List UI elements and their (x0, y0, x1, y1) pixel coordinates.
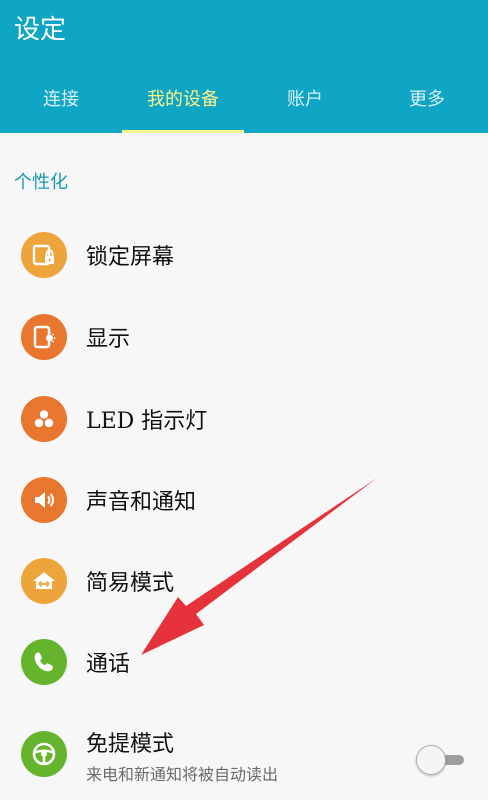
page-title: 设定 (14, 15, 67, 45)
sound-icon (21, 477, 67, 523)
settings-item-led-indicator[interactable]: LED 指示灯 (0, 378, 488, 460)
settings-item-call[interactable]: 通话 (0, 621, 488, 703)
settings-item-lock-screen[interactable]: 锁定屏幕 (0, 214, 488, 296)
settings-item-label: 显示 (86, 327, 131, 352)
settings-item-label: 通话 (86, 652, 131, 677)
hands-free-toggle[interactable] (416, 745, 466, 775)
display-icon (21, 314, 67, 360)
settings-item-label: 锁定屏幕 (86, 245, 175, 270)
easy-mode-icon (21, 558, 67, 604)
settings-item-label: 声音和通知 (86, 490, 197, 515)
settings-item-easy-mode[interactable]: 简易模式 (0, 540, 488, 622)
settings-item-display[interactable]: 显示 (0, 296, 488, 378)
tab-accounts[interactable]: 账户 (244, 70, 366, 133)
led-icon (21, 396, 67, 442)
steering-wheel-icon (21, 731, 67, 777)
settings-item-label: LED 指示灯 (86, 409, 208, 434)
settings-item-label: 免提模式 (86, 731, 175, 757)
settings-item-description: 来电和新通知将被自动读出 (86, 764, 279, 784)
section-title-personalization: 个性化 (14, 172, 68, 193)
settings-item-hands-free-mode[interactable]: 免提模式 来电和新通知将被自动读出 (0, 706, 488, 800)
tab-connections[interactable]: 连接 (0, 70, 122, 133)
settings-item-sound-notifications[interactable]: 声音和通知 (0, 459, 488, 541)
tab-my-device[interactable]: 我的设备 (122, 70, 244, 133)
app-bar: 设定 连接 我的设备 账户 更多 (0, 0, 488, 133)
tab-bar: 连接 我的设备 账户 更多 (0, 70, 488, 133)
phone-icon (21, 639, 67, 685)
tab-more[interactable]: 更多 (366, 70, 488, 133)
settings-item-label: 简易模式 (86, 571, 175, 596)
toggle-knob (416, 745, 446, 775)
lock-screen-icon (21, 232, 67, 278)
